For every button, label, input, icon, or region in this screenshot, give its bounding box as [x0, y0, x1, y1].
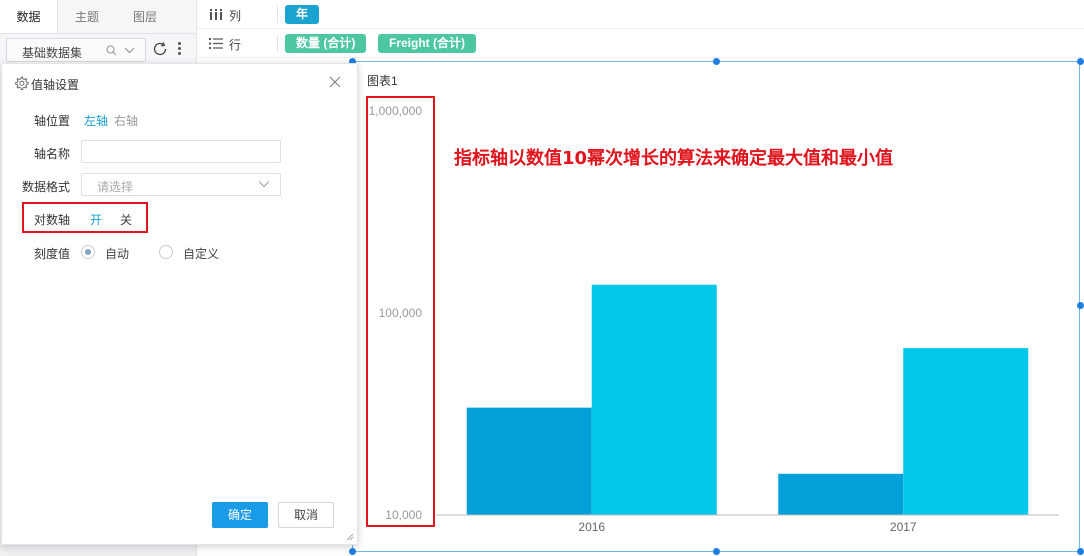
dialog-title: 值轴设置 — [31, 78, 80, 92]
rows-icon — [209, 38, 223, 49]
rows-shelf: 行 数量 (合计) Freight (合计) — [197, 29, 1084, 58]
confirm-button[interactable]: 确定 — [212, 502, 268, 528]
rows-label: 行 — [229, 38, 242, 52]
tick-value-label: 刻度值 — [33, 247, 70, 261]
more-icon[interactable] — [174, 40, 184, 58]
bar — [466, 407, 592, 515]
axis-name-label: 轴名称 — [33, 147, 70, 161]
log-axis-label: 对数轴 — [33, 213, 70, 227]
field-shelf: 列 年 行 数量 (合计) Freight (合计) — [197, 0, 1084, 58]
cancel-button[interactable]: 取消 — [278, 502, 334, 528]
bar — [903, 348, 1029, 515]
data-format-label: 数据格式 — [21, 180, 70, 194]
axis-name-input[interactable] — [81, 140, 281, 163]
chart-annotation: 指标轴以数值10幂次增长的算法来确定最大值和最小值 — [454, 148, 894, 169]
value-axis-dialog: 值轴设置 轴位置 左轴 右轴 轴名称 数据格式 请选择 对数轴 开 关 刻度值 … — [1, 63, 358, 545]
shelf-divider — [277, 35, 278, 52]
columns-icon — [210, 9, 222, 20]
tab-data[interactable]: 数据 — [0, 0, 58, 33]
log-axis-on-option[interactable]: 开 — [90, 211, 102, 228]
x-tick-label: 2016 — [578, 520, 605, 534]
dataset-selector[interactable]: 基础数据集 — [6, 38, 146, 62]
axis-highlight-box — [366, 96, 435, 527]
close-icon[interactable] — [328, 75, 342, 89]
panel-tabs: 数据 主题 图层 — [0, 0, 196, 34]
bar — [591, 284, 717, 515]
tab-layer[interactable]: 图层 — [116, 0, 174, 33]
bar — [778, 473, 904, 515]
columns-label: 列 — [229, 9, 242, 23]
tick-auto-radio[interactable] — [81, 245, 95, 259]
search-icon[interactable] — [106, 45, 117, 56]
tick-custom-radio[interactable] — [159, 245, 173, 259]
x-tick-label: 2017 — [890, 520, 917, 534]
chevron-down-icon — [258, 181, 270, 188]
gear-icon — [15, 76, 29, 90]
axis-position-label: 轴位置 — [33, 114, 70, 128]
refresh-icon[interactable] — [152, 41, 168, 57]
left-axis-option[interactable]: 左轴 — [84, 112, 108, 129]
resize-handle[interactable] — [1077, 58, 1084, 65]
chevron-down-icon[interactable] — [124, 47, 135, 54]
log-axis-off-option[interactable]: 关 — [120, 211, 132, 228]
tick-custom-option: 自定义 — [183, 247, 220, 261]
dataset-label: 基础数据集 — [22, 46, 83, 60]
bar-chart: 10,000100,0001,000,0002016 2017 — [369, 104, 1059, 534]
data-format-placeholder: 请选择 — [97, 180, 134, 194]
row-field-freight[interactable]: Freight (合计) — [378, 34, 476, 53]
column-field-year[interactable]: 年 — [285, 5, 320, 24]
resize-grip-icon[interactable] — [345, 532, 354, 541]
tick-auto-option: 自动 — [105, 247, 130, 261]
data-format-select[interactable]: 请选择 — [81, 173, 281, 196]
app-root: 数据 主题 图层 基础数据集 列 年 行 数量 (合计) Freight (合计… — [0, 0, 1084, 556]
dialog-header: 值轴设置 — [2, 64, 357, 102]
row-field-quantity[interactable]: 数量 (合计) — [285, 34, 367, 53]
tab-theme[interactable]: 主题 — [58, 0, 116, 33]
dataset-row: 基础数据集 — [6, 38, 192, 62]
right-axis-option[interactable]: 右轴 — [114, 112, 138, 129]
shelf-divider — [277, 6, 278, 23]
resize-handle[interactable] — [1077, 548, 1084, 555]
columns-shelf: 列 年 — [197, 0, 1084, 29]
resize-handle[interactable] — [1077, 302, 1084, 309]
